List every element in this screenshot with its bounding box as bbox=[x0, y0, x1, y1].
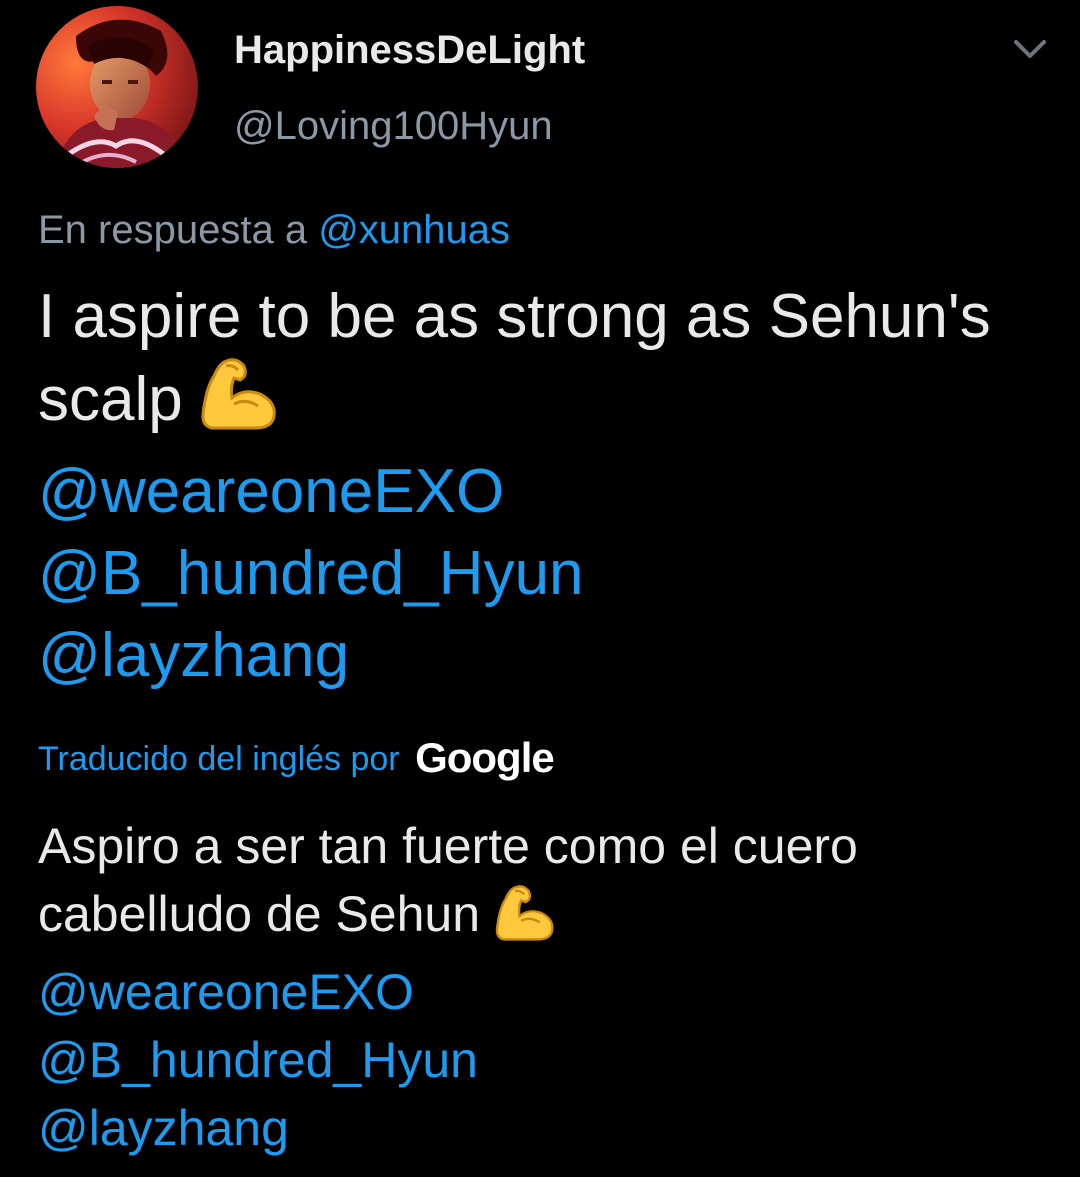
tweet-text-segment: scalp bbox=[38, 365, 183, 434]
translated-text-line: cabelludo de Sehun bbox=[38, 880, 1048, 958]
tweet-mention-link[interactable]: @weareoneEXO bbox=[38, 451, 1048, 533]
tweet-text-line: scalp bbox=[38, 358, 1048, 451]
tweet-text: I aspire to be as strong as Sehun's scal… bbox=[38, 276, 1048, 697]
tweet-card: HappinessDeLight @Loving100Hyun En respu… bbox=[0, 0, 1080, 1177]
translated-text: Aspiro a ser tan fuerte como el cuero ca… bbox=[38, 812, 1048, 1162]
google-logo: Google bbox=[415, 734, 555, 781]
flexed-biceps-icon bbox=[494, 885, 556, 958]
translated-mention-link[interactable]: @layzhang bbox=[38, 1094, 1048, 1162]
translated-mention-link[interactable]: @weareoneEXO bbox=[38, 958, 1048, 1026]
translation-attribution[interactable]: Traducido del inglés por Google bbox=[38, 734, 555, 782]
tweet-mention-link[interactable]: @layzhang bbox=[38, 615, 1048, 697]
reply-mention-link[interactable]: @xunhuas bbox=[318, 208, 510, 252]
avatar[interactable] bbox=[36, 6, 198, 168]
flexed-biceps-icon bbox=[200, 358, 278, 451]
translated-text-line: Aspiro a ser tan fuerte como el cuero bbox=[38, 818, 858, 874]
translated-text-segment: cabelludo de Sehun bbox=[38, 886, 481, 942]
reply-context: En respuesta a @xunhuas bbox=[38, 208, 510, 253]
chevron-down-icon[interactable] bbox=[1008, 30, 1052, 70]
display-name[interactable]: HappinessDeLight bbox=[234, 28, 585, 73]
translation-label: Traducido del inglés por bbox=[38, 740, 400, 778]
translated-mention-link[interactable]: @B_hundred_Hyun bbox=[38, 1026, 1048, 1094]
tweet-text-line: I aspire to be as strong as Sehun's bbox=[38, 282, 991, 351]
tweet-mention-link[interactable]: @B_hundred_Hyun bbox=[38, 533, 1048, 615]
avatar-image bbox=[36, 6, 198, 168]
user-handle: @Loving100Hyun bbox=[234, 104, 553, 148]
reply-prefix: En respuesta a bbox=[38, 208, 308, 252]
